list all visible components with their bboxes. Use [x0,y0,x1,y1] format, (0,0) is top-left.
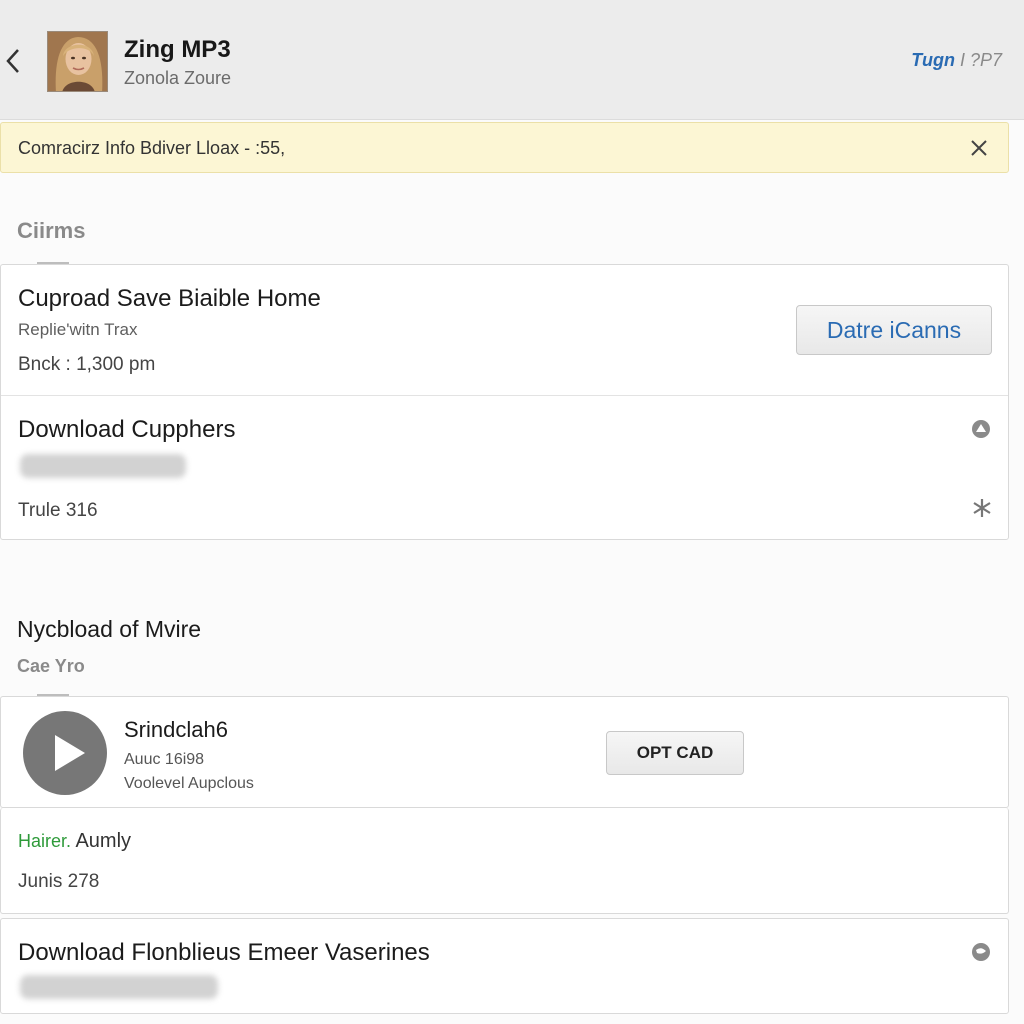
item-subtitle: Replie'witn Trax [18,320,138,339]
item-meta: Trule 316 [18,500,98,521]
section-title: Nycbload of Mvire [17,616,202,642]
track-title: Srindclah6 [124,717,228,742]
close-icon[interactable] [968,137,990,159]
back-arrow-icon[interactable] [2,44,26,78]
header-extra: I ?P7 [959,50,1002,70]
downloads-card: Cuproad Save Biaible Home Replie'witn Tr… [0,264,1009,540]
action-button[interactable]: Datre iCanns [796,305,992,355]
item-title: Download Cupphers [18,416,236,443]
app-title: Zing MP3 [124,36,231,63]
info-meta: Junis 278 [18,871,100,892]
action-button-label: Datre iCanns [826,316,962,343]
progress-placeholder [20,454,186,478]
info-value: Aumly [75,830,132,852]
header-right: Tugn I ?P7 [911,50,1002,71]
item-meta: Bnck : 1,300 pm [18,354,156,375]
list-item[interactable]: Cuproad Save Biaible Home Replie'witn Tr… [1,265,1008,395]
progress-placeholder [20,975,218,999]
option-button[interactable]: OPT CAD [606,731,744,775]
info-card: Hairer. Aumly Junis 278 [0,808,1009,914]
globe-icon[interactable] [970,941,992,963]
app-header: Zing MP3 Zonola Zoure Tugn I ?P7 [0,0,1024,120]
download-title: Download Flonblieus Emeer Vaserines [18,939,430,966]
play-icon[interactable] [23,711,107,795]
notice-banner: Comracirz Info Bdiver Lloax - :55, [0,122,1009,173]
app-subtitle: Zonola Zoure [124,68,232,88]
section-title: Ciirms [17,218,86,243]
upload-circle-icon[interactable] [970,418,992,440]
section-subtitle: Cae Yro [17,656,85,676]
track-line1: Auuc 16i98 [124,751,205,768]
track-line2: Voolevel Aupclous [124,775,254,792]
info-label: Hairer. [18,831,72,851]
notice-text: Comracirz Info Bdiver Lloax - :55, [18,138,286,158]
avatar[interactable] [47,31,108,92]
track-card: Srindclah6 Auuc 16i98 Voolevel Aupclous … [0,696,1009,808]
download-card[interactable]: Download Flonblieus Emeer Vaserines [0,918,1009,1014]
header-link[interactable]: Tugn [911,50,955,70]
item-title: Cuproad Save Biaible Home [18,285,321,312]
info-line: Hairer. Aumly [18,830,131,853]
option-button-label: OPT CAD [636,743,714,762]
asterisk-icon[interactable] [970,496,994,520]
list-item[interactable]: Download Cupphers Trule 316 [1,395,1008,540]
